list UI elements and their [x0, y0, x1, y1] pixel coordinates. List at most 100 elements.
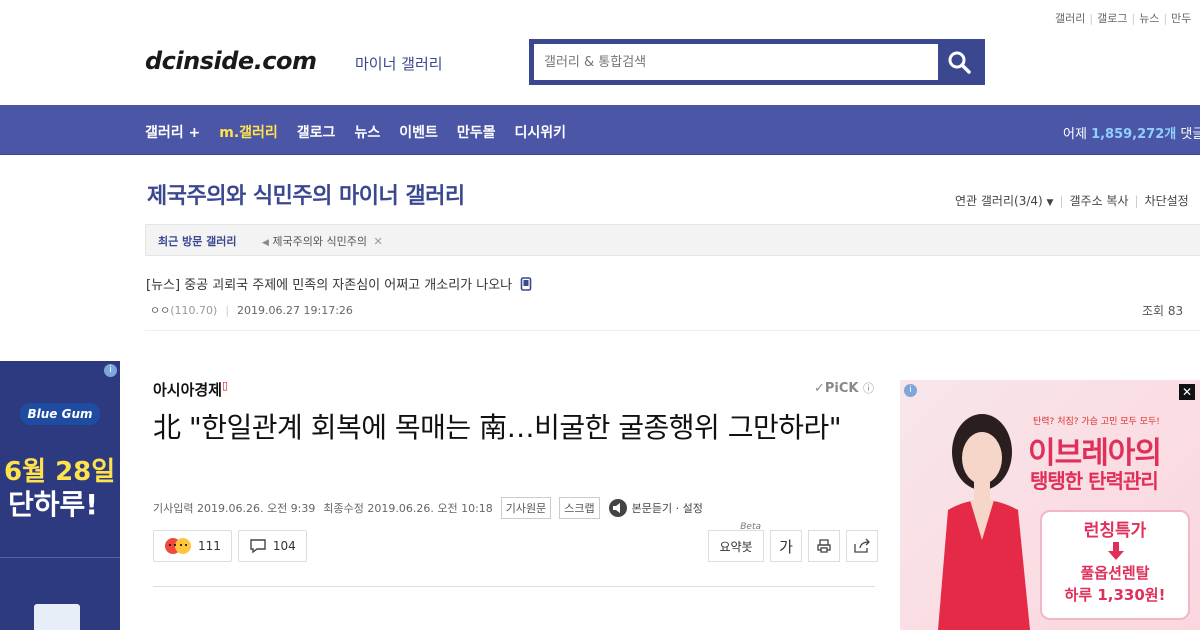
font-size-label: 가 [779, 537, 793, 556]
comment-count: 104 [272, 539, 296, 553]
recent-visits-bar: 최근 방문 갤러리 ◀ 제국주의와 식민주의 ✕ [145, 224, 1200, 256]
nav-item-dcwiki[interactable]: 디시위키 [514, 122, 566, 142]
post-ip: (110.70) [170, 304, 218, 317]
print-button[interactable] [808, 530, 840, 562]
reaction-button[interactable]: 111 [153, 530, 232, 562]
share-button[interactable] [846, 530, 878, 562]
divider [145, 330, 1200, 331]
beta-label: Beta [740, 522, 761, 532]
check-icon: ✓ [814, 381, 825, 396]
pick-badge: ✓PiCK ⓘ [814, 380, 874, 396]
top-link-mandu[interactable]: 만두 [1171, 12, 1191, 25]
block-settings-button[interactable]: 차단설정 [1145, 194, 1189, 208]
nav-item-event[interactable]: 이벤트 [399, 122, 438, 142]
nav-item-gallery[interactable]: 갤러리 + [145, 122, 200, 142]
ad-info-icon[interactable]: i [104, 364, 117, 377]
pick-label: PiCK [824, 381, 859, 396]
separator: | [1059, 194, 1064, 208]
top-links: 갤러리 | 갤로그 | 뉴스 | 만두 [1055, 10, 1191, 26]
separator: | [1134, 194, 1139, 208]
post-views: 조회 83 [1142, 304, 1184, 318]
related-gallery-label: 연관 갤러리(3/4) [955, 194, 1043, 208]
ad-product-image [34, 604, 80, 630]
ad-promo-title: 런칭특가 [1083, 521, 1147, 541]
post-date: 2019.06.27 19:17:26 [237, 304, 353, 317]
recent-visit-item[interactable]: ◀ 제국주의와 식민주의 ✕ [262, 233, 383, 249]
listen-button[interactable]: 본문듣기 · 설정 [608, 498, 703, 518]
comment-icon [250, 539, 266, 554]
nav-stat: 어제 1,859,272개 댓글 [1063, 123, 1200, 142]
listen-label: 본문듣기 · 설정 [631, 502, 703, 515]
separator: | [1163, 12, 1168, 25]
top-link-news[interactable]: 뉴스 [1139, 12, 1159, 25]
print-icon [817, 539, 831, 553]
font-size-button[interactable]: 가 [770, 530, 802, 562]
copy-address-button[interactable]: 갤주소 복사 [1070, 194, 1129, 208]
comment-button[interactable]: 104 [237, 530, 307, 562]
date-input: 기사입력 2019.06.26. 오전 9:39 [153, 502, 316, 515]
search-input[interactable] [534, 44, 938, 80]
site-logo[interactable]: dcinside.com [145, 47, 317, 75]
nav-item-mandumall[interactable]: 만두몰 [457, 122, 496, 142]
search-button[interactable] [938, 44, 980, 80]
main-nav: 갤러리 + m.갤러리 갤로그 뉴스 이벤트 만두몰 디시위키 어제 1,859… [0, 105, 1200, 155]
news-source-label: 아시아경제 [153, 381, 223, 399]
post-meta: ㅇㅇ(110.70) | 2019.06.27 19:17:26 [150, 302, 353, 318]
caret-down-icon: ▼ [1046, 198, 1054, 208]
nav-item-m-gallery[interactable]: m.갤러리 [219, 122, 278, 142]
article-dates: 기사입력 2019.06.26. 오전 9:39 최종수정 2019.06.26… [153, 497, 703, 519]
search-box [529, 39, 985, 85]
date-modified: 최종수정 2019.06.26. 오전 10:18 [323, 502, 493, 515]
recent-visits-label: 최근 방문 갤러리 [158, 235, 237, 248]
search-icon [948, 51, 971, 74]
post-title-text: [뉴스] 중공 괴뢰국 주제에 민족의 자존심이 어쩌고 개소리가 나오나 [146, 278, 513, 293]
close-icon[interactable]: ✕ [374, 235, 383, 248]
nav-items: 갤러리 + m.갤러리 갤로그 뉴스 이벤트 만두몰 디시위키 [145, 122, 566, 142]
related-gallery-button[interactable]: 연관 갤러리(3/4) ▼ [955, 194, 1053, 208]
nav-item-news[interactable]: 뉴스 [354, 122, 380, 142]
stat-value: 1,859,272개 [1091, 127, 1177, 142]
stat-suffix: 댓글 [1180, 127, 1200, 142]
reaction-row: 111 104 [153, 530, 307, 562]
article-title: 北 "한일관계 회복에 목매는 南…비굴한 굴종행위 그만하라" [153, 411, 842, 444]
arrow-down-icon [1108, 542, 1124, 560]
separator: | [1131, 12, 1136, 25]
ad-promo-box: 런칭특가 풀옵션렌탈 하루 1,330원! [1040, 510, 1190, 620]
divider [153, 586, 875, 587]
news-source[interactable]: 아시아경제▯ [153, 379, 228, 400]
divider [0, 557, 120, 558]
article-tools: 요약봇 Beta 가 [708, 522, 878, 562]
summary-label: 요약봇 [719, 539, 753, 554]
stat-prefix: 어제 [1063, 127, 1087, 142]
gallery-title[interactable]: 제국주의와 식민주의 마이너 갤러리 [147, 178, 465, 210]
ad-right-tagline: 탄력? 처짐? 가슴 고민 모두 모두! [1033, 417, 1160, 427]
share-icon [854, 538, 870, 553]
post-author[interactable]: ㅇㅇ [150, 304, 170, 317]
summary-bot-button[interactable]: 요약봇 Beta [708, 522, 764, 562]
separator: | [225, 304, 230, 317]
reaction-count: 111 [198, 539, 221, 553]
top-link-gallery[interactable]: 갤러리 [1055, 12, 1085, 25]
logo-subtitle[interactable]: 마이너 갤러리 [355, 53, 443, 74]
emotion-icon [165, 538, 191, 554]
ad-model-image [938, 414, 1030, 630]
right-ad-banner[interactable]: i ✕ 탄력? 처짐? 가슴 고민 모두 모두! 이브레아의 탱탱한 탄력관리 … [900, 380, 1200, 630]
ad-promo-price: 풀옵션렌탈 하루 1,330원! [1064, 564, 1166, 604]
speaker-icon [608, 499, 627, 517]
recent-visit-label: 제국주의와 식민주의 [272, 235, 367, 248]
ad-info-icon[interactable]: i [904, 384, 917, 397]
original-article-button[interactable]: 기사원문 [500, 497, 552, 519]
nav-item-gallog[interactable]: 갤로그 [297, 122, 336, 142]
info-icon[interactable]: ⓘ [863, 382, 874, 395]
close-icon[interactable]: ✕ [1179, 384, 1195, 400]
caret-left-icon[interactable]: ◀ [262, 238, 269, 248]
top-link-gallog[interactable]: 갤로그 [1097, 12, 1127, 25]
gallery-tools: 연관 갤러리(3/4) ▼ | 갤주소 복사 | 차단설정 [955, 192, 1189, 209]
ad-left-line2: 단하루! [8, 488, 99, 521]
scrap-button[interactable]: 스크랩 [559, 497, 600, 519]
ad-brand-logo: Blue Gum [20, 403, 100, 425]
separator: | [1089, 12, 1094, 25]
left-ad-banner[interactable]: i Blue Gum 6월 28일 단하루! [0, 361, 120, 630]
mobile-icon [520, 277, 532, 291]
post-title: [뉴스] 중공 괴뢰국 주제에 민족의 자존심이 어쩌고 개소리가 나오나 [146, 274, 532, 293]
